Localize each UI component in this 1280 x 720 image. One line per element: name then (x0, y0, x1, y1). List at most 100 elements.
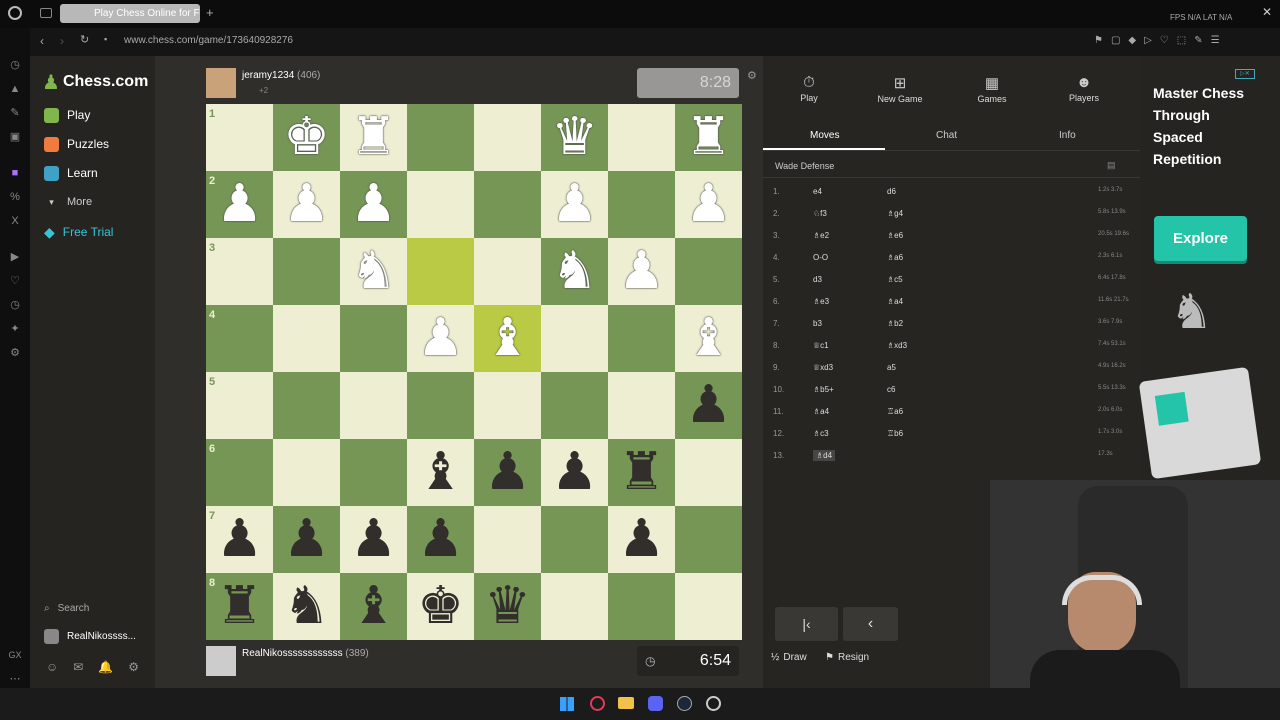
browser-tab[interactable]: Play Chess Online for F (60, 4, 200, 23)
board-square[interactable] (608, 104, 675, 171)
board-square[interactable] (541, 305, 608, 372)
player-avatar[interactable] (206, 646, 236, 676)
black-move[interactable]: a5 (887, 363, 896, 372)
board-square[interactable] (675, 238, 742, 305)
board-square[interactable] (340, 372, 407, 439)
archive-icon[interactable]: ▤ (1107, 160, 1116, 171)
draw-button[interactable]: ½ Draw (771, 652, 807, 663)
more-icon[interactable]: ⋯ (8, 672, 22, 686)
url-field[interactable]: www.chess.com/game/173640928276 (124, 35, 293, 46)
white-bishop-piece[interactable]: ♝ (675, 305, 742, 372)
discord-icon[interactable]: % (8, 190, 22, 204)
black-move[interactable]: c6 (887, 385, 895, 394)
white-bishop-piece[interactable]: ♝ (474, 305, 541, 372)
board-square[interactable] (474, 506, 541, 573)
white-king-piece[interactable]: ♚ (273, 104, 340, 171)
black-pawn-piece[interactable]: ♟ (608, 506, 675, 573)
black-pawn-piece[interactable]: ♟ (206, 506, 273, 573)
folder-icon[interactable] (618, 697, 634, 709)
black-move[interactable]: ♗g4 (887, 209, 903, 218)
gx-control-icon[interactable]: ▲ (8, 82, 22, 96)
nav-new-game[interactable]: ⊞ New Game (860, 74, 940, 104)
reload-icon[interactable]: ↻ (80, 33, 89, 46)
white-move[interactable]: d3 (813, 275, 822, 284)
close-icon[interactable]: ✕ (1262, 5, 1272, 19)
board-settings-icon[interactable]: ⚙ (747, 69, 757, 82)
sidebar-item-learn[interactable]: Learn (44, 162, 98, 184)
opera-gx-taskbar-icon[interactable] (590, 696, 605, 711)
white-pawn-piece[interactable]: ♟ (340, 171, 407, 238)
board-square[interactable] (474, 372, 541, 439)
settings-icon[interactable]: ⚙ (8, 346, 22, 360)
twitch-icon[interactable]: ■ (8, 166, 22, 180)
white-pawn-piece[interactable]: ♟ (206, 171, 273, 238)
white-move[interactable]: ♕c1 (813, 341, 829, 350)
white-rook-piece[interactable]: ♜ (675, 104, 742, 171)
black-rook-piece[interactable]: ♜ (608, 439, 675, 506)
board-square[interactable] (206, 439, 273, 506)
board-square[interactable] (675, 506, 742, 573)
white-pawn-piece[interactable]: ♟ (675, 171, 742, 238)
discord-taskbar-icon[interactable] (648, 696, 663, 711)
black-move[interactable]: ♗a4 (887, 297, 903, 306)
white-move[interactable]: b3 (813, 319, 822, 328)
black-move[interactable]: ♖a6 (887, 407, 903, 416)
white-move[interactable]: ♘f3 (813, 209, 827, 218)
first-move-button[interactable]: |‹ (775, 607, 838, 641)
black-move[interactable]: d6 (887, 187, 896, 196)
board-square[interactable] (608, 372, 675, 439)
board-square[interactable] (340, 439, 407, 506)
new-tab-button[interactable]: + (206, 5, 214, 20)
sidebar-item-free-trial[interactable]: ◆ Free Trial (44, 221, 113, 243)
black-pawn-piece[interactable]: ♟ (273, 506, 340, 573)
board-square[interactable] (407, 171, 474, 238)
black-move[interactable]: ♗a6 (887, 253, 903, 262)
white-move[interactable]: ♗e3 (813, 297, 829, 306)
opponent-name[interactable]: jeramy1234 (406) (242, 70, 320, 81)
prev-move-button[interactable]: ‹ (843, 607, 898, 641)
white-move[interactable]: ♗c3 (813, 429, 829, 438)
board-square[interactable] (474, 104, 541, 171)
white-move[interactable]: ♗d4 (813, 450, 836, 461)
board-square[interactable] (474, 171, 541, 238)
white-move[interactable]: O-O (813, 253, 828, 262)
tab-info[interactable]: Info (1059, 130, 1076, 141)
opera-icon[interactable] (8, 6, 22, 20)
white-move[interactable]: ♗b5+ (813, 385, 834, 394)
black-pawn-piece[interactable]: ♟ (407, 506, 474, 573)
gx-corner-icon[interactable]: ✎ (8, 106, 22, 120)
board-square[interactable] (273, 372, 340, 439)
board-square[interactable] (608, 305, 675, 372)
nav-games[interactable]: ▦ Games (952, 74, 1032, 104)
player-name[interactable]: RealNikossssssssssss (389) (242, 648, 369, 659)
white-move[interactable]: ♕xd3 (813, 363, 833, 372)
tab-menu-icon[interactable] (40, 8, 52, 18)
chess-logo[interactable]: ♟ Chess.com (42, 70, 148, 94)
obs-icon[interactable] (706, 696, 721, 711)
player-icon[interactable]: ▶ (8, 250, 22, 264)
black-pawn-piece[interactable]: ♟ (675, 372, 742, 439)
resign-button[interactable]: ⚑ Resign (825, 652, 869, 663)
extension-icon[interactable]: ✦ (8, 322, 22, 336)
tab-moves[interactable]: Moves (810, 130, 839, 141)
clock-icon[interactable]: ◷ (8, 298, 22, 312)
black-move[interactable]: ♗e6 (887, 231, 903, 240)
sidebar-item-play[interactable]: Play (44, 104, 90, 126)
board-square[interactable] (474, 238, 541, 305)
white-pawn-piece[interactable]: ♟ (407, 305, 474, 372)
history-icon[interactable]: ◷ (8, 58, 22, 72)
black-move[interactable]: ♗c5 (887, 275, 903, 284)
x-icon[interactable]: X (8, 214, 22, 228)
board-square[interactable] (608, 171, 675, 238)
board-square[interactable] (273, 305, 340, 372)
board-square[interactable] (206, 305, 273, 372)
board-square[interactable] (407, 372, 474, 439)
sidebar-item-more[interactable]: ▾ More (44, 191, 92, 213)
board-square[interactable] (675, 439, 742, 506)
board-square[interactable] (273, 238, 340, 305)
explore-button[interactable]: Explore (1154, 216, 1247, 261)
board-square[interactable] (407, 238, 474, 305)
black-move[interactable]: ♖b6 (887, 429, 903, 438)
white-knight-piece[interactable]: ♞ (340, 238, 407, 305)
white-pawn-piece[interactable]: ♟ (273, 171, 340, 238)
